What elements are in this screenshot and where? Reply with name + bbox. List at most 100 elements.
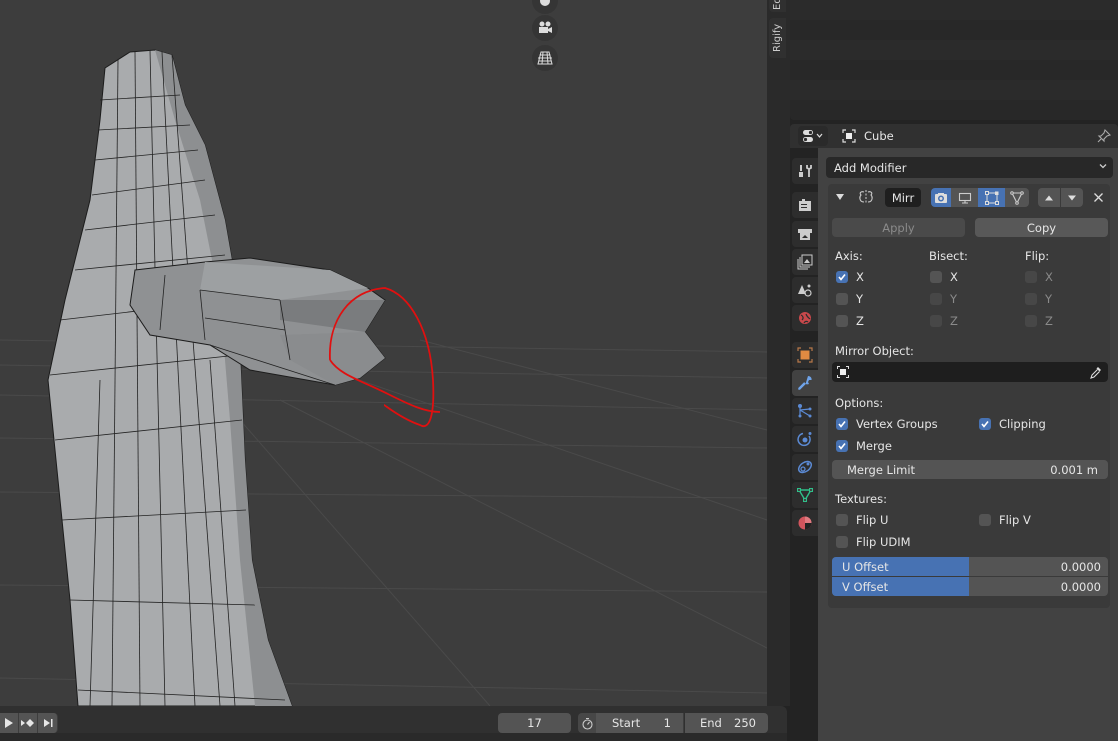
side-tab-rigify[interactable]: Rigify — [769, 18, 786, 58]
tab-physics[interactable] — [792, 426, 818, 452]
monitor-icon — [958, 192, 971, 204]
side-tab-edit[interactable]: Ed — [769, 0, 786, 12]
v-offset-field[interactable]: V Offset 0.0000 — [832, 577, 1108, 596]
axis-label: Axis: — [835, 249, 863, 263]
start-frame-field[interactable]: Start 1 — [596, 713, 684, 733]
preview-range-toggle[interactable] — [578, 713, 596, 733]
outliner[interactable] — [790, 0, 1118, 120]
options-label: Options: — [835, 396, 884, 410]
modifier-name-field[interactable]: Mirr — [885, 188, 921, 207]
tab-render[interactable] — [792, 192, 818, 218]
grid-icon — [537, 51, 553, 65]
bisect-label: Bisect: — [929, 249, 968, 263]
tab-view-layer[interactable] — [792, 249, 818, 275]
vertex-triangle-icon — [1010, 190, 1024, 205]
editor-type-button[interactable] — [798, 126, 828, 146]
axis-z-checkbox[interactable] — [836, 315, 848, 327]
tool-icon — [799, 165, 812, 177]
merge-limit-field[interactable]: Merge Limit 0.001 m — [832, 460, 1108, 479]
chevron-down-icon — [1099, 164, 1107, 169]
u-offset-value: 0.0000 — [1060, 559, 1101, 574]
tab-modifiers[interactable] — [792, 370, 818, 396]
u-offset-field[interactable]: U Offset 0.0000 — [832, 557, 1108, 576]
view-layer-icon — [797, 254, 813, 270]
start-label: Start — [612, 716, 641, 730]
bisect-z-checkbox[interactable] — [930, 315, 942, 327]
flip-z-checkbox[interactable] — [1025, 315, 1037, 327]
end-value: 250 — [734, 716, 756, 730]
flip-u-label: Flip U — [856, 513, 889, 527]
current-frame-field[interactable]: 17 — [498, 713, 571, 733]
sidebar-tab-strip — [767, 0, 790, 706]
properties-header: Cube — [790, 124, 1118, 148]
checkmark-icon — [981, 421, 989, 428]
apply-button[interactable]: Apply — [832, 218, 965, 237]
object-icon — [837, 366, 849, 378]
ortho-toggle-button[interactable] — [532, 45, 558, 71]
bisect-x-checkbox[interactable] — [930, 271, 942, 283]
merge-checkbox[interactable] — [836, 440, 848, 452]
camera-view-button[interactable] — [532, 15, 558, 41]
on-cage-toggle[interactable] — [978, 188, 1005, 207]
edit-mode-toggle[interactable] — [931, 188, 951, 207]
bisect-x-label: X — [950, 270, 958, 284]
clipping-label: Clipping — [999, 417, 1046, 431]
tab-particles[interactable] — [792, 398, 818, 424]
flip-y-checkbox[interactable] — [1025, 293, 1037, 305]
cage-icon — [984, 190, 999, 205]
move-down-button[interactable] — [1061, 188, 1083, 207]
tab-tool[interactable] — [792, 158, 818, 184]
add-modifier-dropdown[interactable]: Add Modifier — [826, 157, 1113, 178]
tab-constraints[interactable] — [792, 454, 818, 480]
move-up-button[interactable] — [1038, 188, 1060, 207]
tab-output[interactable] — [792, 221, 818, 247]
axis-y-checkbox[interactable] — [836, 293, 848, 305]
close-icon[interactable] — [1093, 192, 1104, 203]
collapse-triangle-icon[interactable] — [835, 192, 845, 202]
flip-u-checkbox[interactable] — [836, 514, 848, 526]
object-name: Cube — [864, 129, 894, 143]
v-offset-value: 0.0000 — [1060, 579, 1101, 594]
properties-tabs — [790, 148, 818, 741]
mirror-object-field[interactable] — [832, 362, 1108, 382]
end-label: End — [700, 716, 722, 730]
tab-world[interactable] — [792, 305, 818, 331]
scene-icon — [798, 284, 812, 297]
render-icon — [799, 199, 811, 211]
next-keyframe-button[interactable] — [19, 713, 38, 733]
eyedropper-icon[interactable] — [1089, 365, 1103, 379]
edit-mode-icon — [935, 192, 947, 203]
tab-object[interactable] — [792, 342, 818, 368]
textures-label: Textures: — [835, 492, 887, 506]
mirror-modifier-panel: Mirr Apply Copy Axis: Bisect: Flip: X Y … — [828, 184, 1110, 608]
particles-icon — [798, 404, 812, 418]
checkmark-icon — [838, 274, 846, 281]
side-tab-label: Ed — [772, 0, 783, 11]
jump-end-button[interactable] — [38, 713, 58, 733]
flip-udim-checkbox[interactable] — [836, 536, 848, 548]
axis-x-label: X — [856, 270, 864, 284]
flip-z-label: Z — [1045, 314, 1053, 328]
play-button[interactable] — [0, 713, 19, 733]
mesh-object — [47, 49, 386, 706]
vertex-groups-checkbox[interactable] — [836, 418, 848, 430]
axis-x-checkbox[interactable] — [836, 271, 848, 283]
play-icon — [5, 718, 13, 728]
tab-data[interactable] — [792, 482, 818, 508]
3d-viewport[interactable] — [0, 0, 767, 706]
side-tab-label: Rigify — [772, 23, 783, 53]
tab-material[interactable] — [792, 510, 818, 536]
flip-x-checkbox[interactable] — [1025, 271, 1037, 283]
clipping-checkbox[interactable] — [979, 418, 991, 430]
vertex-groups-label: Vertex Groups — [856, 417, 938, 431]
pin-icon[interactable] — [1096, 128, 1112, 144]
tab-scene[interactable] — [792, 277, 818, 303]
u-offset-label: U Offset — [842, 559, 889, 574]
viewport-toggle[interactable] — [951, 188, 978, 207]
end-frame-field[interactable]: End 250 — [685, 713, 768, 733]
flip-v-checkbox[interactable] — [979, 514, 991, 526]
copy-button[interactable]: Copy — [975, 218, 1108, 237]
bisect-y-checkbox[interactable] — [930, 293, 942, 305]
flip-v-label: Flip V — [999, 513, 1031, 527]
mesh-toggle[interactable] — [1005, 188, 1029, 207]
